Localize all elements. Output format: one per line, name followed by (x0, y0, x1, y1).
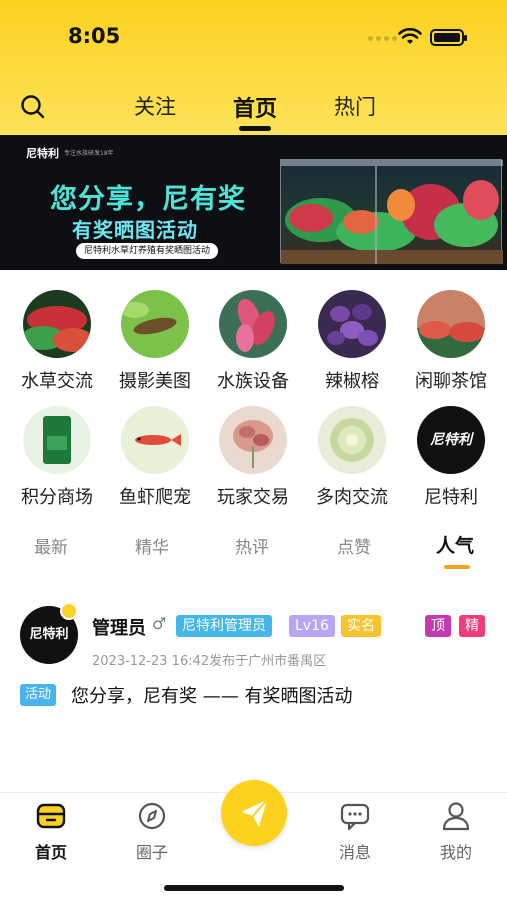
product-bag-icon (23, 406, 91, 474)
publish-button[interactable] (221, 780, 287, 846)
filter-tab-latest[interactable]: 最新 (34, 533, 68, 558)
category-label: 水族设备 (217, 371, 289, 392)
banner-subheadline: 有奖晒图活动 (72, 218, 198, 242)
tab-indicator (239, 126, 271, 131)
post-meta: 2023-12-23 16:42发布于广州市番禺区 (92, 654, 327, 669)
crown-icon (60, 602, 78, 620)
tab-hot[interactable]: 热门 (334, 91, 376, 121)
banner-headline: 您分享，尼有奖 (50, 184, 246, 215)
category-item[interactable]: 多肉交流 (307, 406, 397, 509)
search-icon[interactable] (20, 94, 46, 120)
battery-icon (430, 29, 467, 46)
admin-badge: 尼特利管理员 (176, 615, 272, 637)
essence-badge: 精 (459, 615, 485, 637)
category-item[interactable]: 水族设备 (208, 290, 298, 393)
category-item[interactable]: 辣椒榕 (307, 290, 397, 393)
category-label: 鱼虾爬宠 (119, 487, 191, 508)
wifi-icon (398, 28, 422, 44)
category-label: 摄影美图 (119, 371, 191, 392)
shrimp-icon (121, 290, 189, 358)
aquatic-plants-icon (23, 290, 91, 358)
bucephalandra-icon (318, 290, 386, 358)
tabbar-label: 首页 (34, 843, 67, 862)
category-label: 多肉交流 (316, 487, 388, 508)
level-badge: Lv16 (289, 615, 335, 637)
tabbar-label: 消息 (338, 843, 371, 862)
category-item[interactable]: 玩家交易 (208, 406, 298, 509)
category-label: 玩家交易 (217, 487, 289, 508)
tabbar-circle[interactable]: 圈子 (122, 801, 182, 863)
category-item[interactable]: 积分商场 (12, 406, 102, 509)
tabbar-messages[interactable]: 消息 (325, 801, 385, 863)
signal-icon (368, 36, 397, 41)
category-item[interactable]: 水草交流 (12, 290, 102, 393)
status-time: 8:05 (68, 24, 121, 48)
username[interactable]: 管理员 (92, 614, 146, 640)
stem-plant-icon (219, 406, 287, 474)
bottom-tab-bar: 首页 圈子 消息 我的 (0, 780, 507, 900)
succulent-icon (318, 406, 386, 474)
category-item[interactable]: 尼特利 尼特利 (406, 406, 496, 509)
category-item[interactable]: 摄影美图 (110, 290, 200, 393)
tab-home[interactable]: 首页 (233, 91, 277, 123)
category-label: 辣椒榕 (325, 371, 379, 392)
filter-tab-indicator (444, 565, 470, 569)
user-icon (442, 802, 470, 831)
message-icon (340, 803, 370, 831)
banner-brand: 尼特利 (26, 147, 59, 160)
category-label: 水草交流 (21, 371, 93, 392)
banner-brand-sub: 专注水族研发18年 (64, 150, 114, 157)
filter-tabs: 最新 精华 热评 点赞 人气 (0, 531, 507, 561)
tabbar-label: 圈子 (135, 843, 168, 862)
send-icon (241, 799, 268, 827)
gender-icon: ♂ (152, 614, 167, 633)
category-item[interactable]: 闲聊茶馆 (406, 290, 496, 393)
red-plant-icon (219, 290, 287, 358)
tab-follow[interactable]: 关注 (134, 91, 176, 121)
post-title[interactable]: 您分享，尼有奖 —— 有奖晒图活动 (71, 682, 352, 708)
category-label: 闲聊茶馆 (415, 371, 487, 392)
pinned-badge: 顶 (425, 615, 451, 637)
tabbar-label: 我的 (439, 843, 472, 862)
aquascape-icon (417, 290, 485, 358)
tabbar-home[interactable]: 首页 (21, 801, 81, 863)
category-label: 尼特利 (424, 487, 478, 508)
compass-icon (138, 802, 166, 830)
filter-tab-essence[interactable]: 精华 (135, 533, 169, 558)
verified-badge: 实名 (341, 615, 381, 637)
banner-caption: 尼特利水草灯养殖有奖晒图活动 (76, 243, 219, 259)
filter-tab-likes[interactable]: 点赞 (337, 533, 371, 558)
category-label: 积分商场 (21, 487, 93, 508)
tabbar-profile[interactable]: 我的 (426, 801, 486, 863)
home-indicator (164, 885, 344, 891)
filter-tab-hot-comments[interactable]: 热评 (235, 533, 269, 558)
post-tag: 活动 (20, 684, 57, 706)
aquarium-image (280, 159, 503, 264)
filter-tab-popular[interactable]: 人气 (436, 531, 474, 558)
category-item[interactable]: 鱼虾爬宠 (110, 406, 200, 509)
home-icon (36, 803, 66, 829)
status-bar: 8:05 (0, 0, 507, 70)
fish-icon (121, 406, 189, 474)
promo-banner[interactable]: 尼特利 专注水族研发18年 您分享，尼有奖 有奖晒图活动 尼特利水草灯养殖有奖晒… (0, 135, 507, 270)
brand-logo-icon: 尼特利 (417, 406, 485, 474)
